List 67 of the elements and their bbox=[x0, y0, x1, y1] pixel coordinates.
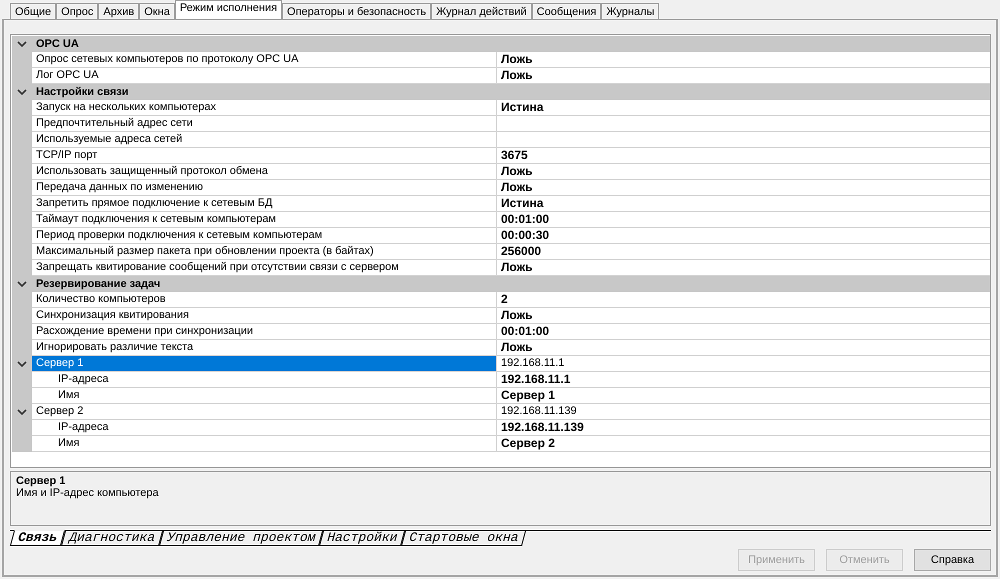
description-text: Имя и IP-адрес компьютера bbox=[16, 487, 160, 499]
property-name[interactable]: Запретить прямое подключение к сетевым БД bbox=[32, 196, 497, 212]
property-name[interactable]: Предпочтительный адрес сети bbox=[32, 116, 497, 132]
property-value: Ложь bbox=[501, 164, 532, 178]
property-name[interactable]: Сервер 1 bbox=[32, 356, 497, 372]
property-name[interactable]: IP-адреса bbox=[32, 372, 497, 388]
property-value: Ложь bbox=[501, 260, 532, 274]
tab[interactable]: Общие bbox=[10, 3, 56, 19]
tab[interactable]: Журнал действий bbox=[431, 3, 532, 19]
category-title: Настройки связи bbox=[35, 86, 128, 98]
tab[interactable]: Журналы bbox=[601, 3, 660, 19]
property-value: 192.168.11.1 bbox=[501, 357, 564, 369]
property-name[interactable]: Имя bbox=[32, 388, 497, 404]
sheet-tab[interactable]: Диагностика bbox=[61, 531, 163, 546]
property-name[interactable]: TCP/IP порт bbox=[32, 148, 497, 164]
property-value: 192.168.11.139 bbox=[501, 420, 584, 434]
tab[interactable]: Архив bbox=[98, 3, 140, 19]
sheet-tab[interactable]: Управление проектом bbox=[158, 531, 324, 546]
category-title: Резервирование задач bbox=[35, 278, 160, 290]
property-value: Истина bbox=[501, 100, 544, 114]
property-value: Сервер 2 bbox=[501, 436, 555, 450]
property-name[interactable]: Опрос сетевых компьютеров по протоколу OPC UA bbox=[32, 52, 497, 68]
property-name[interactable]: Использовать защищенный протокол обмена bbox=[32, 164, 497, 180]
property-name[interactable]: IP-адреса bbox=[32, 420, 497, 436]
property-value: Ложь bbox=[501, 52, 532, 66]
tab[interactable]: Режим исполнения bbox=[174, 0, 282, 19]
sheet-tab[interactable]: Настройки bbox=[319, 531, 406, 546]
property-value: Ложь bbox=[501, 180, 532, 194]
property-name[interactable]: Запуск на нескольких компьютерах bbox=[32, 100, 497, 116]
property-name[interactable]: Период проверки подключения к сетевым компьютерам bbox=[32, 228, 497, 244]
sheet-tab[interactable]: Стартовые окна bbox=[401, 531, 527, 546]
property-value: 3675 bbox=[501, 148, 528, 162]
property-name[interactable]: Количество компьютеров bbox=[32, 292, 497, 308]
property-value: 00:01:00 bbox=[501, 212, 550, 226]
property-name[interactable]: Используемые адреса сетей bbox=[32, 132, 497, 148]
property-value: Ложь bbox=[501, 340, 532, 354]
property-name[interactable]: Таймаут подключения к сетевым компьютерам bbox=[32, 212, 497, 228]
property-name[interactable]: Сервер 2 bbox=[32, 404, 497, 420]
dialog-button[interactable]: Справка bbox=[914, 549, 991, 571]
tab[interactable]: Окна bbox=[139, 3, 175, 19]
collapse-chevron-icon[interactable] bbox=[17, 359, 27, 369]
property-value: 2 bbox=[501, 292, 508, 306]
tab[interactable]: Операторы и безопасность bbox=[282, 3, 432, 19]
property-name[interactable]: Максимальный размер пакета при обновлении проекта (в байтах) bbox=[32, 244, 497, 260]
property-value: Сервер 1 bbox=[501, 388, 555, 402]
property-name[interactable]: Синхронизация квитирования bbox=[32, 308, 497, 324]
collapse-chevron-icon[interactable] bbox=[17, 87, 27, 97]
property-value: Ложь bbox=[501, 308, 532, 322]
property-value: 192.168.11.1 bbox=[501, 372, 570, 386]
property-value: 00:01:00 bbox=[501, 324, 550, 338]
property-value: Истина bbox=[501, 196, 544, 210]
collapse-chevron-icon[interactable] bbox=[17, 39, 27, 49]
property-value: 192.168.11.139 bbox=[501, 405, 577, 417]
collapse-chevron-icon[interactable] bbox=[17, 407, 27, 417]
property-name[interactable]: Расхождение времени при синхронизации bbox=[32, 324, 497, 340]
property-value: 00:00:30 bbox=[501, 228, 550, 242]
collapse-chevron-icon[interactable] bbox=[17, 279, 27, 289]
tab[interactable]: Сообщения bbox=[532, 3, 602, 19]
sheet-tab[interactable]: Связь bbox=[10, 530, 66, 546]
row-gutter bbox=[12, 436, 32, 452]
property-name[interactable]: Имя bbox=[32, 436, 497, 452]
tab[interactable]: Опрос bbox=[56, 3, 98, 19]
category-title: OPC UA bbox=[35, 38, 79, 50]
property-value: 256000 bbox=[501, 244, 542, 258]
description-title: Сервер 1 bbox=[16, 475, 66, 487]
property-name[interactable]: Передача данных по изменению bbox=[32, 180, 497, 196]
property-value: Ложь bbox=[501, 68, 532, 82]
